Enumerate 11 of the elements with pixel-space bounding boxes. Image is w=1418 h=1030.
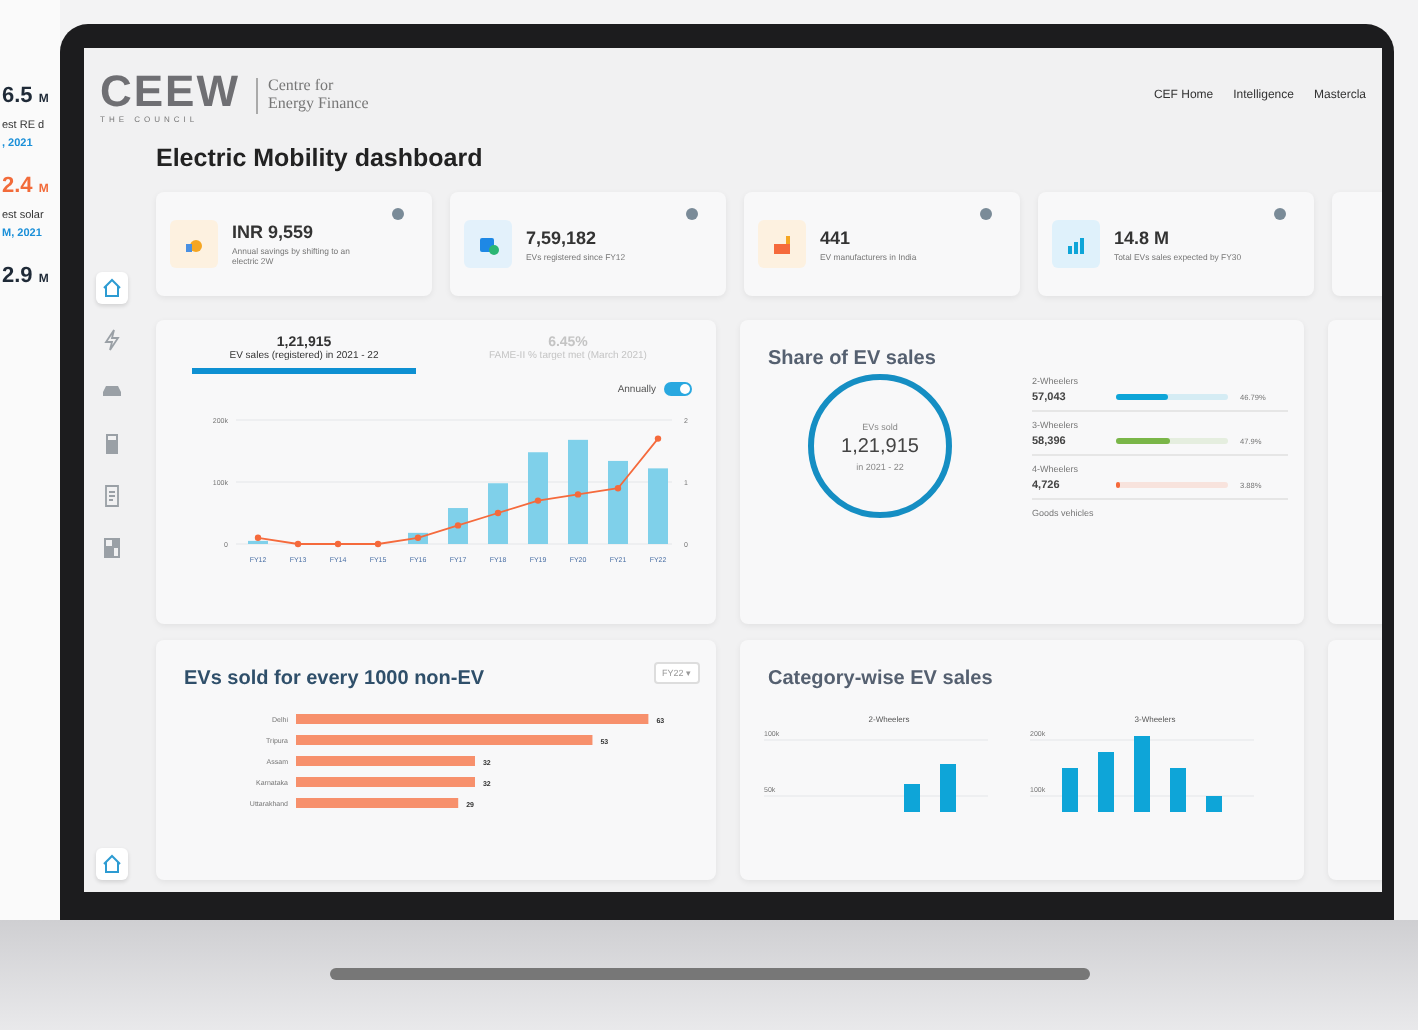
stat-value: INR 9,559: [232, 222, 316, 242]
page-title: Electric Mobility dashboard: [156, 144, 485, 172]
panel-title: Category-wise EV sales: [768, 668, 995, 690]
organization-name: Centre for Energy Finance: [256, 78, 369, 114]
stat-value: 441: [820, 227, 853, 247]
panel-title: EVs sold for every 1000 non-EV: [184, 668, 485, 690]
stat-value: 7,59,182: [526, 227, 599, 247]
ring-value: 1,21,915: [841, 435, 919, 457]
stat-value: 14.8 M: [1114, 227, 1172, 247]
panel-title: Share of EV sales: [768, 348, 938, 370]
logo-text: CEEW: [100, 69, 240, 113]
